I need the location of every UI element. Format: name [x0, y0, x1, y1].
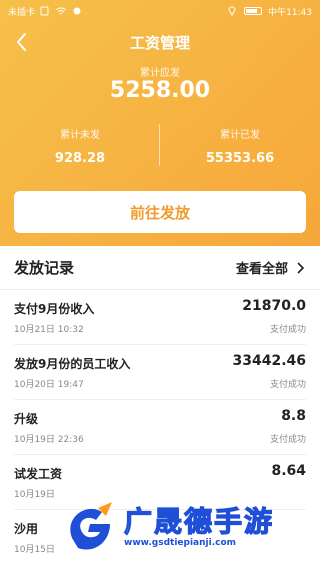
watermark-brand: 广晟德手游 — [123, 504, 275, 538]
unpaid-stat: 累计未发 928.28 — [0, 126, 160, 166]
record-name: 发放9月份的员工收入 — [14, 357, 131, 371]
record-date: 10月15日 — [14, 545, 55, 555]
watermark-url: www.gsdtiepianji.com — [124, 538, 237, 548]
record-name: 升级 — [14, 412, 39, 426]
record-name: 沙用 — [14, 522, 39, 536]
paid-value: 55353.66 — [205, 151, 275, 166]
paid-label: 累计已发 — [220, 130, 260, 141]
status-bar: 未插卡 中午11:43 — [0, 0, 320, 22]
sim-icon — [40, 6, 49, 16]
clock: 中午11:43 — [268, 7, 312, 18]
record-amount: 8.64 — [271, 463, 306, 479]
record-name: 试发工资 — [14, 467, 63, 481]
go-pay-button[interactable]: 前往发放 — [14, 191, 306, 233]
record-row[interactable]: 支付9月份收入 10月21日 10:32 21870.0 支付成功 — [14, 290, 306, 345]
records-title: 发放记录 — [14, 259, 75, 277]
total-due-value: 5258.00 — [109, 78, 211, 103]
back-arrow-icon[interactable] — [10, 30, 34, 54]
record-date: 10月21日 10:32 — [14, 325, 84, 335]
location-icon — [228, 6, 236, 16]
battery-icon — [244, 7, 263, 15]
record-amount: 33442.46 — [232, 353, 306, 369]
record-status: 支付成功 — [269, 435, 306, 445]
paid-stat: 累计已发 55353.66 — [160, 126, 320, 166]
chevron-right-icon — [297, 261, 305, 274]
record-date: 10月19日 — [14, 490, 55, 500]
record-date: 10月19日 22:36 — [14, 435, 84, 445]
total-due-label: 累计应发 — [140, 68, 180, 79]
notification-icon — [73, 7, 81, 15]
record-date: 10月20日 19:47 — [14, 380, 84, 390]
record-status: 支付成功 — [269, 325, 306, 335]
record-name: 支付9月份收入 — [14, 302, 95, 316]
nav-bar: 工资管理 — [0, 22, 320, 62]
records-header: 发放记录 查看全部 — [0, 246, 320, 290]
unpaid-label: 累计未发 — [60, 130, 100, 141]
view-all-label: 查看全部 — [235, 262, 288, 277]
wifi-icon — [55, 7, 67, 15]
record-status: 支付成功 — [269, 380, 306, 390]
record-amount: 21870.0 — [242, 298, 306, 314]
record-row[interactable]: 升级 10月19日 22:36 8.8 支付成功 — [14, 400, 306, 455]
page-title: 工资管理 — [129, 33, 190, 52]
view-all-link[interactable]: 查看全部 — [236, 258, 306, 277]
watermark-logo-icon — [70, 502, 112, 550]
record-amount: 8.8 — [281, 408, 306, 424]
watermark: 广晟德手游 www.gsdtiepianji.com — [58, 494, 320, 568]
carrier-text: 未插卡 — [8, 7, 36, 18]
record-row[interactable]: 发放9月份的员工收入 10月20日 19:47 33442.46 支付成功 — [14, 345, 306, 400]
unpaid-value: 928.28 — [54, 151, 106, 166]
